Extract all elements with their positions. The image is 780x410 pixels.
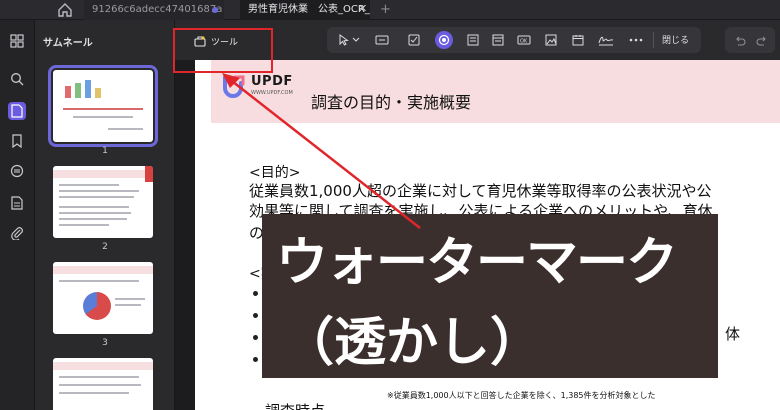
page-thumbnail-4[interactable] <box>53 358 153 410</box>
bullet-marker <box>253 335 258 340</box>
purpose-line-1: 従業員数1,000人超の企業に対して育児休業等取得率の公表状況や公 <box>249 182 712 200</box>
updf-logo-icon <box>221 74 247 98</box>
thumbnail-figure <box>61 78 116 100</box>
left-icon-rail <box>0 20 35 410</box>
unsaved-dot-icon <box>212 7 218 13</box>
top-toolbar: ツール OK 閉じる <box>175 20 780 60</box>
page-number: 3 <box>102 338 108 348</box>
overview-text-tail: 体 <box>725 325 741 343</box>
redo-icon[interactable] <box>755 33 769 52</box>
attachment-icon[interactable] <box>8 224 26 242</box>
document-title: 調査の目的・実施概要 <box>311 93 472 112</box>
ok-button-field-icon[interactable]: OK <box>515 31 533 49</box>
tab-label: 91266c6adecc47401687a <box>92 4 223 15</box>
page-number: 2 <box>102 242 108 252</box>
dropdown-field-icon[interactable] <box>489 31 507 49</box>
thumbnail-page-icon[interactable] <box>8 102 26 120</box>
app-window: 91266c6adecc47401687a 男性育児休業 公表_OCR_O ✕ … <box>0 0 780 410</box>
toolbar-divider <box>653 32 654 48</box>
bullet-marker <box>253 291 258 296</box>
purpose-heading: <目的> <box>249 165 301 181</box>
text-box-icon[interactable] <box>373 31 391 49</box>
watermark-subtitle: （透かし） <box>282 313 543 373</box>
form-icon[interactable] <box>8 194 26 212</box>
watermark-callout: ウォーターマーク （透かし） <box>262 214 718 378</box>
checkbox-icon[interactable] <box>405 31 423 49</box>
more-options-icon[interactable] <box>627 31 645 49</box>
thumbnail-panel-title: サムネール <box>43 38 93 49</box>
tools-button-label: ツール <box>211 37 239 48</box>
svg-text:OK: OK <box>520 39 528 45</box>
thumbnail-pie <box>83 292 111 320</box>
title-band: UPDF WWW.UPDF.COM 調査の目的・実施概要 <box>211 60 780 123</box>
chevron-down-icon[interactable] <box>351 31 361 49</box>
bullet-marker <box>253 357 258 362</box>
toolbox-icon <box>194 35 206 47</box>
close-tab-icon[interactable]: ✕ <box>358 2 367 15</box>
list-box-icon[interactable] <box>464 31 482 49</box>
thumbnail-panel: サムネール 1 2 3 <box>35 20 175 410</box>
bullet-marker <box>253 313 258 318</box>
tools-button[interactable]: ツール <box>188 30 240 52</box>
date-field-icon[interactable] <box>569 31 587 49</box>
tab-document-1[interactable]: 91266c6adecc47401687a <box>84 0 224 20</box>
survey-date-label: 調査時点 <box>265 400 325 410</box>
tab-document-2[interactable]: 男性育児休業 公表_OCR_O <box>240 0 370 20</box>
radio-button-icon[interactable] <box>435 31 453 49</box>
page-thumbnail-1[interactable] <box>48 65 158 147</box>
undo-redo-group <box>725 27 775 53</box>
image-field-icon[interactable] <box>542 31 560 49</box>
grid-icon[interactable] <box>8 32 26 50</box>
bookmark-icon[interactable] <box>8 132 26 150</box>
page-thumbnail-2[interactable] <box>53 166 153 238</box>
undo-icon[interactable] <box>733 33 747 52</box>
search-icon[interactable] <box>8 70 26 88</box>
page-number: 1 <box>102 146 108 156</box>
home-button[interactable] <box>56 2 74 18</box>
thumbnail-accent <box>145 166 153 182</box>
new-tab-icon[interactable]: + <box>380 0 391 20</box>
edit-tool-group: OK 閉じる <box>327 27 701 53</box>
close-edit-button[interactable]: 閉じる <box>662 33 689 46</box>
home-icon <box>58 3 72 17</box>
tab-bar: 91266c6adecc47401687a 男性育児休業 公表_OCR_O ✕ … <box>0 0 780 20</box>
page-thumbnail-3[interactable] <box>53 262 153 334</box>
logo-text: UPDF <box>251 74 293 89</box>
tab-label: 男性育児休業 公表_OCR_O <box>248 4 370 15</box>
comment-icon[interactable] <box>8 162 26 180</box>
signature-icon[interactable] <box>597 31 615 49</box>
logo-subtext: WWW.UPDF.COM <box>251 90 293 96</box>
watermark-title: ウォーターマーク <box>276 233 678 293</box>
footnote: ※従業員数1,000人以下と回答した企業を除く、1,385件を分析対象とした <box>387 391 656 400</box>
